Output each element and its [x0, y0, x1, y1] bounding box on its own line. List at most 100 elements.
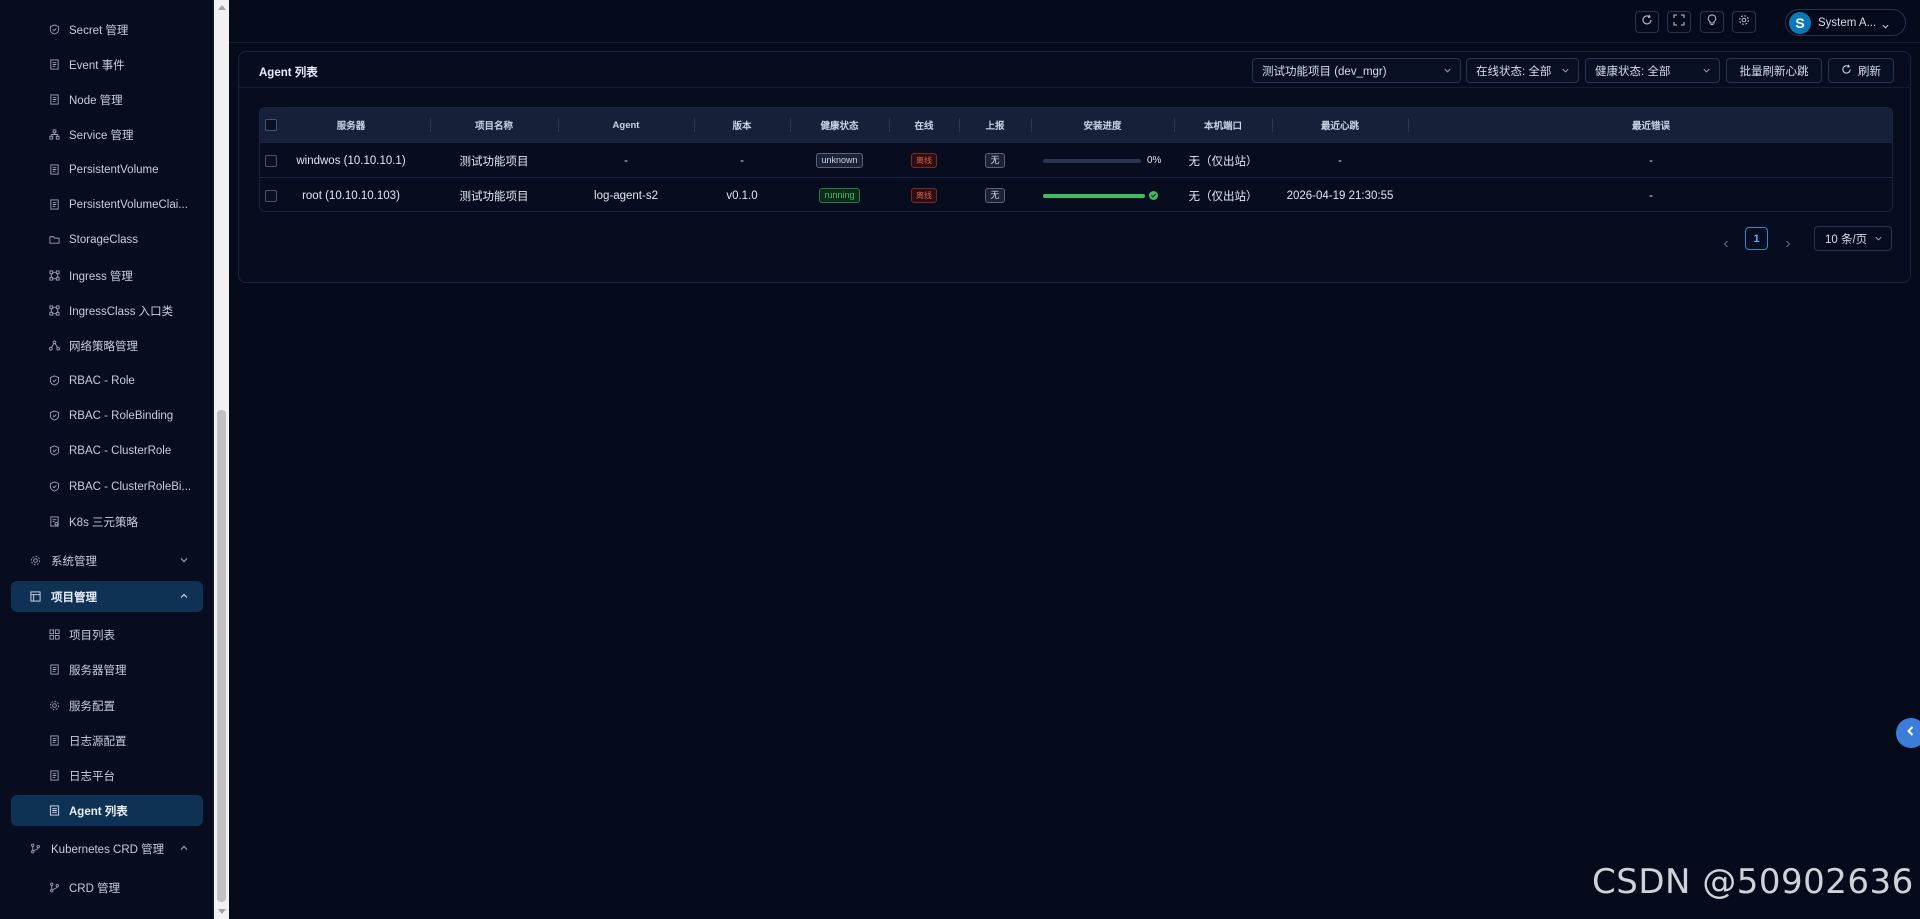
heartbeat-cell: 2026-04-19 21:30:55: [1286, 189, 1394, 202]
sidebar-item-ingress[interactable]: Ingress 管理: [11, 260, 203, 291]
document-icon: [49, 59, 60, 70]
fullscreen-icon: [1673, 13, 1685, 31]
sidebar-item-storageclass[interactable]: StorageClass: [11, 224, 203, 255]
column-header: 服务器: [336, 121, 366, 132]
column-header: 在线: [914, 121, 934, 132]
version-cell: -: [740, 154, 744, 167]
reload-button[interactable]: [1635, 11, 1659, 33]
sidebar-item-server-manage[interactable]: 服务器管理: [11, 654, 203, 685]
sidebar-item-label: Service 管理: [69, 129, 134, 142]
row-checkbox[interactable]: [265, 154, 277, 167]
progress-label: 0%: [1147, 155, 1162, 166]
sidebar-group-project[interactable]: 项目管理: [11, 581, 203, 612]
sidebar: Secret 管理 Event 事件 Node 管理 Service 管理 Pe…: [0, 0, 214, 919]
chevron-up-icon: [179, 843, 189, 853]
scrollbar-thumb[interactable]: [217, 410, 226, 902]
batch-refresh-label: 批量刷新心跳: [1739, 65, 1809, 78]
sidebar-item-crd-manage[interactable]: CRD 管理: [11, 872, 203, 903]
lightbulb-icon: [1706, 13, 1718, 31]
column-header: 本机端口: [1203, 121, 1242, 132]
scroll-down-arrow-icon[interactable]: [218, 909, 226, 914]
project-cell: 测试功能项目: [459, 155, 529, 168]
shield-icon: [49, 481, 60, 492]
refresh-button[interactable]: 刷新: [1828, 58, 1894, 83]
divider: [239, 87, 1910, 88]
sidebar-item-log-platform[interactable]: 日志平台: [11, 760, 203, 791]
select-all-cell: [260, 108, 282, 142]
project-select[interactable]: 测试功能项目 (dev_mgr): [1252, 58, 1461, 83]
row-checkbox[interactable]: [265, 189, 277, 202]
page-size-select[interactable]: 10 条/页: [1814, 226, 1892, 251]
sidebar-item-persistentvolumeclaim[interactable]: PersistentVolumeClai...: [11, 189, 203, 220]
sidebar-item-rbac-rolebinding[interactable]: RBAC - RoleBinding: [11, 400, 203, 431]
sidebar-item-event[interactable]: Event 事件: [11, 49, 203, 80]
select-all-checkbox[interactable]: [265, 119, 277, 131]
gear-icon: [1738, 13, 1750, 31]
sidebar-item-secret[interactable]: Secret 管理: [11, 14, 203, 45]
sidebar-item-rbac-clusterrolebinding[interactable]: RBAC - ClusterRoleBi...: [11, 471, 203, 502]
page-size-value: 10 条/页: [1825, 233, 1868, 246]
scroll-up-arrow-icon[interactable]: [218, 5, 226, 10]
chevron-down-icon: [1443, 66, 1452, 75]
page-number-button[interactable]: 1: [1745, 227, 1768, 250]
online-cell: 离线: [889, 178, 959, 211]
sidebar-item-node[interactable]: Node 管理: [11, 84, 203, 115]
settings-button[interactable]: [1732, 11, 1756, 33]
table-row[interactable]: root (10.10.10.103) 测试功能项目 log-agent-s2 …: [260, 177, 1892, 211]
report-badge: 无: [985, 188, 1005, 203]
check-circle-icon: [1149, 191, 1158, 200]
collapse-panel-button[interactable]: [1896, 718, 1920, 748]
sidebar-item-label: 服务器管理: [69, 664, 127, 677]
online-badge: 离线: [911, 188, 937, 203]
health-status-select[interactable]: 健康状态: 全部: [1585, 58, 1720, 83]
sidebar-item-ingressclass[interactable]: IngressClass 入口类: [11, 295, 203, 326]
avatar: S: [1789, 11, 1811, 34]
sidebar-item-agent-list[interactable]: Agent 列表: [11, 795, 203, 826]
table-row[interactable]: windwos (10.10.10.1) 测试功能项目 - - unknown …: [260, 142, 1892, 177]
row-select-cell: [260, 143, 282, 178]
chevron-down-icon: [179, 555, 189, 565]
gear-icon: [30, 555, 41, 566]
chevron-down-icon: [1561, 66, 1570, 75]
sidebar-group-crd[interactable]: Kubernetes CRD 管理: [11, 833, 203, 864]
install-progress-bar: [1043, 159, 1141, 163]
sidebar-item-service-config[interactable]: 服务配置: [11, 690, 203, 721]
batch-refresh-heartbeat-button[interactable]: 批量刷新心跳: [1726, 58, 1822, 83]
sidebar-item-label: K8s 三元策略: [69, 516, 139, 529]
policy-icon: [49, 516, 60, 527]
server-cell: windwos (10.10.10.1): [296, 154, 406, 167]
sidebar-item-log-source-config[interactable]: 日志源配置: [11, 725, 203, 756]
chevron-up-icon: [179, 591, 189, 601]
sidebar-scrollbar[interactable]: [214, 0, 229, 919]
next-page-icon[interactable]: [1783, 236, 1793, 248]
document-icon: [49, 199, 60, 210]
sidebar-item-label: 服务配置: [69, 700, 115, 713]
prev-page-icon[interactable]: [1721, 236, 1731, 248]
document-icon: [49, 94, 60, 105]
theme-button[interactable]: [1700, 11, 1724, 33]
port-cell: 无（仅出站）: [1188, 190, 1258, 203]
agent-table: 服务器 项目名称 Agent 版本 健康状态 在线 上报 安装进度 本机端口 最…: [259, 107, 1893, 212]
sidebar-item-rbac-role[interactable]: RBAC - Role: [11, 365, 203, 396]
sidebar-item-project-list[interactable]: 项目列表: [11, 619, 203, 650]
online-status-select[interactable]: 在线状态: 全部: [1466, 58, 1579, 83]
column-header: 上报: [985, 121, 1005, 132]
sidebar-group-label: Kubernetes CRD 管理: [51, 843, 165, 856]
sidebar-item-label: PersistentVolumeClai...: [69, 198, 188, 211]
fullscreen-button[interactable]: [1667, 11, 1691, 33]
online-badge: 离线: [911, 153, 937, 168]
sidebar-item-rbac-clusterrole[interactable]: RBAC - ClusterRole: [11, 435, 203, 466]
user-menu[interactable]: S System A...: [1785, 9, 1906, 36]
chevron-left-icon: [1905, 724, 1917, 742]
folder-icon: [49, 234, 60, 245]
sidebar-item-label: 日志平台: [69, 770, 115, 783]
document-icon: [49, 770, 60, 781]
sidebar-item-persistentvolume[interactable]: PersistentVolume: [11, 154, 203, 185]
sidebar-item-service[interactable]: Service 管理: [11, 119, 203, 150]
sidebar-item-k8s-policy[interactable]: K8s 三元策略: [11, 506, 203, 537]
refresh-icon: [1841, 64, 1858, 78]
health-cell: running: [790, 178, 889, 211]
sidebar-item-network-policy[interactable]: 网络策略管理: [11, 330, 203, 361]
sidebar-group-system[interactable]: 系统管理: [11, 545, 203, 576]
reload-icon: [1641, 13, 1653, 31]
